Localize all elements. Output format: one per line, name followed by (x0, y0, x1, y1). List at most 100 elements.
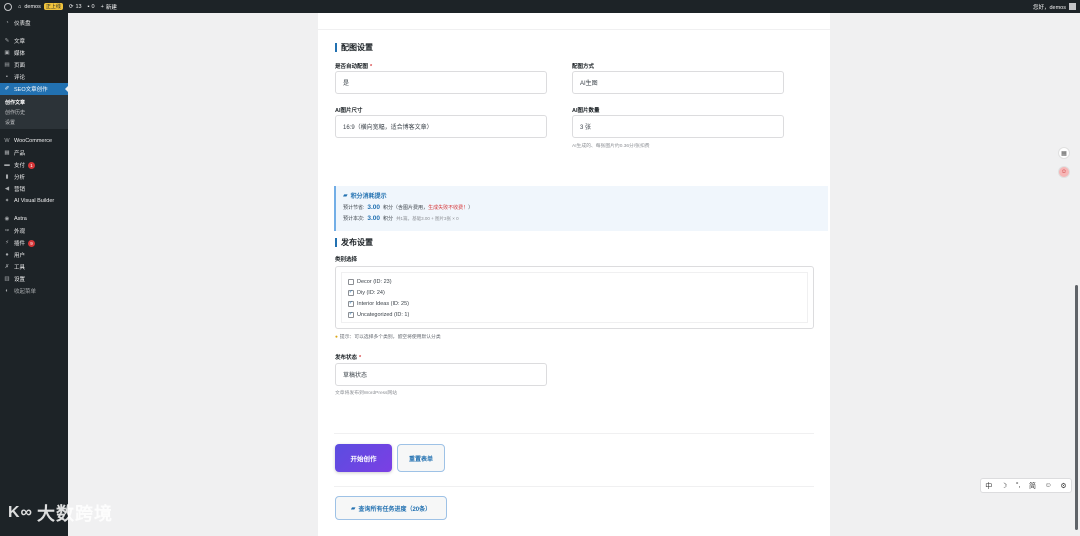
astra-icon: ◉ (4, 216, 10, 222)
sidebar-item-products[interactable]: ▦ 产品 (0, 147, 68, 159)
sidebar-item-astra[interactable]: ◉ Astra (0, 213, 68, 225)
sidebar-item-settings[interactable]: ▥ 设置 (0, 273, 68, 285)
sidebar-item-analytics[interactable]: ▮ 分析 (0, 171, 68, 183)
woo-icon: W (4, 138, 10, 144)
plugins-count-badge: 9 (28, 239, 36, 247)
category-selector: Decor (ID: 23) ✓ Diy (ID: 24) ✓ Interior I… (335, 266, 814, 329)
sidebar-item-comments[interactable]: ▪ 评论 (0, 71, 68, 83)
sidebar-item-media[interactable]: ▣ 媒体 (0, 47, 68, 59)
user-account-menu[interactable]: 您好，demos (1033, 3, 1076, 11)
publish-status-label: 发布状态 * (335, 355, 362, 361)
gear-icon[interactable]: ⚙ (1060, 482, 1066, 490)
sidebar-item-plugins[interactable]: ⚡ 插件 9 (0, 237, 68, 249)
chart-icon: ▰ (350, 505, 356, 512)
refresh-icon: ⟳ (68, 3, 74, 10)
wordpress-logo-icon[interactable] (4, 2, 12, 11)
checkbox[interactable]: ✓ (348, 289, 354, 296)
assistant-icon[interactable]: ☺ (1058, 166, 1070, 178)
collapse-icon: ◐ (5, 288, 9, 294)
builder-icon: ✦ (4, 198, 10, 204)
auto-image-select[interactable]: 是 (335, 71, 547, 94)
site-status-badge: 正上线 (43, 3, 63, 10)
sidebar-item-tools[interactable]: ✗ 工具 (0, 261, 68, 273)
credit-cost-row: 预计本次: 3.00 积分 共1篇，基础3.00 + 图片3张 × 0 (343, 215, 459, 222)
category-item-interior-ideas[interactable]: ✓ Interior Ideas (ID: 25) (348, 298, 801, 309)
category-item-diy[interactable]: ✓ Diy (ID: 24) (348, 287, 801, 298)
sidebar-item-payments[interactable]: ▬ 支付 1 (0, 159, 68, 171)
product-icon: ▦ (4, 150, 10, 156)
category-item-uncategorized[interactable]: ✓ Uncategorized (ID: 1) (348, 309, 801, 320)
sidebar-item-appearance[interactable]: ✑ 外观 (0, 225, 68, 237)
credit-estimate-row: 预计节省: 3.00 积分（含图片费用， 生成失败不收费！ ） (343, 204, 474, 211)
category-label: 类别选择 (335, 257, 358, 263)
ime-toolbar[interactable]: 中 ☽ °, 简 ☺ ⚙ (980, 478, 1072, 493)
site-name-link[interactable]: ⌂ demos 正上线 (18, 3, 63, 10)
sidebar-item-ai-visual-builder[interactable]: ✦ AI Visual Builder (0, 195, 68, 207)
reset-form-button[interactable]: 重置表单 (397, 444, 445, 472)
image-count-select[interactable]: 3 张 (572, 115, 784, 138)
page-icon: ▤ (4, 62, 10, 68)
plus-icon: + (100, 3, 104, 10)
media-icon: ▣ (4, 50, 10, 56)
image-method-label: 配图方式 (572, 64, 595, 70)
comments-link[interactable]: ▪ 0 (88, 4, 95, 10)
payments-count-badge: 1 (28, 161, 36, 169)
publish-status-select[interactable]: 草稿状态 (335, 363, 547, 386)
page-scrollbar[interactable] (1075, 285, 1078, 530)
moon-icon[interactable]: ☽ (1001, 482, 1007, 490)
checkbox[interactable]: ✓ (348, 311, 354, 318)
admin-sidebar: ◔ 仪表盘 ✎ 文章 ▣ 媒体 ▤ 页面 ▪ 评论 ✐ SEO文章创作 创作文章 创作历史 … (0, 13, 68, 536)
new-content-link[interactable]: + 新建 (101, 3, 117, 11)
submenu-history[interactable]: 创作历史 (0, 107, 68, 117)
sidebar-item-dashboard[interactable]: ◔ 仪表盘 (0, 17, 68, 29)
query-tasks-button[interactable]: ▰ 查询所有任务进度（20条） (335, 496, 447, 520)
pen-icon: ✐ (4, 86, 10, 92)
updates-link[interactable]: ⟳ 13 (69, 4, 82, 10)
dashboard-icon: ◔ (5, 20, 9, 26)
emoji-icon[interactable]: ☺ (1045, 482, 1052, 489)
start-create-button[interactable]: 开始创作 (335, 444, 392, 472)
publish-status-hint: 文章将发布到WordPress网站 (335, 391, 398, 396)
image-count-hint: AI生成的、每张图片约0.36分/张扣费 (572, 144, 650, 149)
auto-image-label: 是否自动配图 * (335, 64, 373, 70)
credit-cost-notice: ▰ 积分消耗提示 预计节省: 3.00 积分（含图片费用， 生成失败不收费！ ）… (334, 186, 828, 231)
sidebar-item-seo-writer[interactable]: ✐ SEO文章创作 (0, 83, 68, 95)
category-list: Decor (ID: 23) ✓ Diy (ID: 24) ✓ Interior I… (341, 272, 808, 323)
pin-icon: ✎ (4, 38, 10, 44)
ime-simplified[interactable]: 简 (1029, 481, 1036, 491)
submenu-settings[interactable]: 设置 (0, 117, 68, 127)
sidebar-collapse-menu[interactable]: ◐ 收起菜单 (0, 285, 68, 297)
lightbulb-icon: ● (335, 335, 338, 340)
comment-bubble-icon: ▪ (87, 3, 90, 10)
sidebar-item-pages[interactable]: ▤ 页面 (0, 59, 68, 71)
ime-mode-chinese[interactable]: 中 (985, 481, 992, 491)
chart-icon: ▰ (343, 193, 348, 199)
category-hint: ● 提示：可以选择多个类别，留空将使用默认分类 (335, 335, 441, 340)
image-method-select[interactable]: AI生图 (572, 71, 784, 94)
submenu-create-article[interactable]: 创作文章 (0, 97, 68, 107)
sidebar-item-woocommerce[interactable]: W WooCommerce (0, 135, 68, 147)
chart-icon: ▮ (5, 174, 9, 180)
credit-notice-title: ▰ 积分消耗提示 (343, 193, 387, 200)
watermark: K∞ 大数跨境 (8, 504, 113, 524)
sidebar-item-marketing[interactable]: ◀ 营销 (0, 183, 68, 195)
seo-writer-submenu: 创作文章 创作历史 设置 (0, 95, 68, 129)
home-icon: ⌂ (18, 3, 22, 10)
category-item-decor[interactable]: Decor (ID: 23) (348, 276, 801, 287)
admin-bar: ⌂ demos 正上线 ⟳ 13 ▪ 0 + 新建 您好，demos (0, 0, 1080, 13)
image-size-select[interactable]: 16:9（横向宽幅，适合博客文章） (335, 115, 547, 138)
checkbox[interactable]: ✓ (348, 300, 354, 307)
comment-icon: ▪ (6, 74, 8, 80)
plugin-icon: ⚡ (5, 240, 9, 246)
checkbox[interactable] (348, 278, 354, 285)
grid-tool-icon[interactable]: ▦ (1058, 147, 1070, 159)
sidebar-item-posts[interactable]: ✎ 文章 (0, 35, 68, 47)
brush-icon: ✑ (4, 228, 10, 234)
user-icon: ● (5, 252, 9, 258)
sidebar-item-users[interactable]: ● 用户 (0, 249, 68, 261)
wrench-icon: ✗ (4, 264, 10, 270)
punctuation-icon[interactable]: °, (1016, 482, 1021, 489)
watermark-logo-icon: K∞ (8, 504, 33, 521)
image-count-label: AI图片数量 (572, 108, 600, 114)
payment-icon: ▬ (4, 162, 10, 168)
